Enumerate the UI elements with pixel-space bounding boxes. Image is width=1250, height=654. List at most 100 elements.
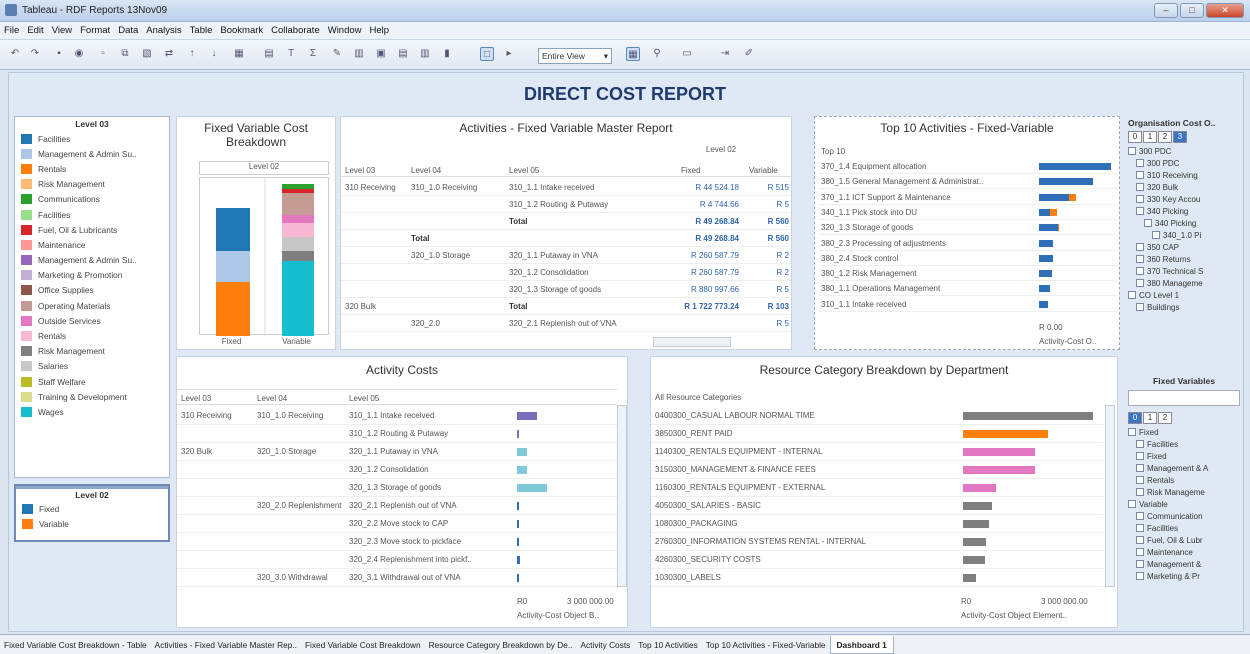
tree-item[interactable]: Management & [1128, 558, 1242, 570]
table-row[interactable]: 320 Bulk 320_1.0 Storage 320_1.1 Putaway i… [177, 443, 617, 461]
marks-icon[interactable]: ▣ [374, 47, 388, 61]
fit-icon[interactable]: ▥ [352, 47, 366, 61]
bar-var-communications[interactable] [282, 184, 314, 189]
bar-var-rentals[interactable] [282, 223, 314, 237]
tree-item[interactable]: Facilities [1128, 522, 1242, 534]
resource-bar[interactable] [963, 538, 986, 546]
highlight-icon[interactable]: ✎ [330, 47, 344, 61]
tab-4[interactable]: Activity Costs [576, 635, 634, 650]
checkbox[interactable] [1136, 303, 1144, 311]
tab-3[interactable]: Resource Category Breakdown by De.. [425, 635, 577, 650]
cost-bar[interactable] [517, 556, 520, 564]
tab-7[interactable]: Dashboard 1 [829, 636, 894, 654]
level-button-1[interactable]: 1 [1143, 412, 1157, 424]
table-row[interactable]: Total R 49 268.84 R 560 [341, 230, 791, 247]
checkbox[interactable] [1136, 255, 1144, 263]
legend-item[interactable]: Risk Management [15, 344, 169, 359]
level-button-2[interactable]: 2 [1158, 131, 1172, 143]
bar-fixed[interactable] [1039, 285, 1050, 293]
table-row[interactable]: 1140300_RENTALS EQUIPMENT - INTERNAL [651, 443, 1103, 461]
tree-item[interactable]: 340 Picking [1128, 217, 1242, 229]
menu-item-7[interactable]: Bookmark [216, 22, 267, 36]
bar-var-wages[interactable] [282, 261, 314, 336]
checkbox[interactable] [1136, 488, 1144, 496]
new-sheet-icon[interactable]: ▫ [96, 47, 110, 61]
checkbox[interactable] [1136, 171, 1144, 179]
bar-variable[interactable] [1069, 193, 1076, 201]
sort-asc-icon[interactable]: ↑ [185, 47, 199, 61]
table-row[interactable]: 320_3.0 Withdrawal 320_3.1 Withdrawal out… [177, 569, 617, 587]
top10-row[interactable]: 370_1.1 ICT Support & Maintenance [819, 190, 1117, 205]
tree-item[interactable]: 300 PDC [1128, 145, 1242, 157]
table-row[interactable]: 320_1.3 Storage of goods R 880 997.66 R 5 [341, 281, 791, 298]
tree-item[interactable]: 350 CAP [1128, 241, 1242, 253]
bar-var-fuel[interactable] [282, 189, 314, 193]
cost-bar[interactable] [517, 574, 519, 582]
table-row[interactable]: 310 Receiving 310_1.0 Receiving 310_1.1 In… [341, 179, 791, 196]
undo-icon[interactable]: ↶ [8, 47, 22, 61]
tree-item[interactable]: Communication [1128, 510, 1242, 522]
legend-item[interactable]: Salaries [15, 359, 169, 374]
checkbox[interactable] [1136, 560, 1144, 568]
bar-fixed[interactable] [1039, 208, 1050, 216]
bar-fixed[interactable] [1039, 178, 1093, 186]
cost-bar[interactable] [517, 538, 519, 546]
menu-item-5[interactable]: Analysis [142, 22, 185, 36]
bar-fixed[interactable] [1039, 163, 1111, 170]
bar-fixed[interactable] [1039, 300, 1048, 308]
top10-row[interactable]: 380_2.4 Stock control [819, 251, 1117, 266]
checkbox[interactable] [1136, 195, 1144, 203]
bar-fixed[interactable] [1039, 224, 1058, 232]
cost-bar[interactable] [517, 412, 537, 420]
checkbox[interactable] [1136, 476, 1144, 484]
table-row[interactable]: 320_1.2 Consolidation R 260 587.79 R 2 [341, 264, 791, 281]
sort-desc-icon[interactable]: ↓ [207, 47, 221, 61]
totals-icon[interactable]: Σ [306, 47, 320, 61]
legend-item[interactable]: Management & Admin Su.. [15, 253, 169, 268]
label-icon[interactable]: T [284, 47, 298, 61]
bar-var-operating[interactable] [282, 193, 314, 215]
bar-fixed[interactable] [1039, 254, 1053, 262]
chart-icon[interactable]: ▥ [418, 47, 432, 61]
level-button-0[interactable]: 0 [1128, 131, 1142, 143]
checkbox[interactable] [1136, 159, 1144, 167]
table-row[interactable]: 310_1.2 Routing & Putaway R 4 744.66 R 5 [341, 196, 791, 213]
resource-bar[interactable] [963, 574, 976, 582]
table-row[interactable]: 2760300_INFORMATION SYSTEMS RENTAL - INT… [651, 533, 1103, 551]
table-row[interactable]: 4260300_SECURITY COSTS [651, 551, 1103, 569]
table-row[interactable]: 320_2.4 Replenishment into pickf.. [177, 551, 617, 569]
cards-icon[interactable]: ▦ [626, 47, 640, 61]
checkbox[interactable] [1136, 452, 1144, 460]
checkbox[interactable] [1136, 207, 1144, 215]
tab-1[interactable]: Activities - Fixed Variable Master Rep.. [151, 635, 301, 650]
table-row[interactable]: 4050300_SALARIES - BASIC [651, 497, 1103, 515]
resource-bar[interactable] [963, 520, 989, 528]
tab-6[interactable]: Top 10 Activities - Fixed-Variable [702, 635, 830, 650]
tree-item[interactable]: Maintenance [1128, 546, 1242, 558]
connect-icon[interactable]: ◉ [72, 47, 86, 61]
duplicate-icon[interactable]: ⧉ [118, 47, 132, 61]
top10-row[interactable]: 370_1.4 Equipment allocation [819, 159, 1117, 174]
checkbox[interactable] [1144, 219, 1152, 227]
menu-item-9[interactable]: Window [324, 22, 366, 36]
top10-row[interactable]: 320_1.3 Storage of goods [819, 220, 1117, 236]
table-icon[interactable]: ▤ [396, 47, 410, 61]
menu-item-4[interactable]: Data [114, 22, 142, 36]
annotate-icon[interactable]: ✐ [742, 47, 756, 61]
legend-item[interactable]: Management & Admin Su.. [15, 146, 169, 161]
filter-icon[interactable]: ⚲ [650, 47, 664, 61]
bar-fixed-rentals[interactable] [216, 282, 250, 336]
table-row[interactable]: 320_1.2 Consolidation [177, 461, 617, 479]
checkbox[interactable] [1136, 440, 1144, 448]
table-row[interactable]: 3150300_MANAGEMENT & FINANCE FEES [651, 461, 1103, 479]
checkbox[interactable] [1128, 500, 1136, 508]
legend-item[interactable]: Outside Services [15, 313, 169, 328]
table-row[interactable]: 310 Receiving 310_1.0 Receiving 310_1.1 In… [177, 407, 617, 425]
tree-item[interactable]: 370 Technical S [1128, 265, 1242, 277]
resource-bar[interactable] [963, 412, 1093, 420]
menu-item-10[interactable]: Help [366, 22, 394, 36]
menu-item-2[interactable]: View [48, 22, 76, 36]
legend-item[interactable]: Marketing & Promotion [15, 268, 169, 283]
table-row[interactable]: 1080300_PACKAGING [651, 515, 1103, 533]
bar-var-outside[interactable] [282, 215, 314, 223]
